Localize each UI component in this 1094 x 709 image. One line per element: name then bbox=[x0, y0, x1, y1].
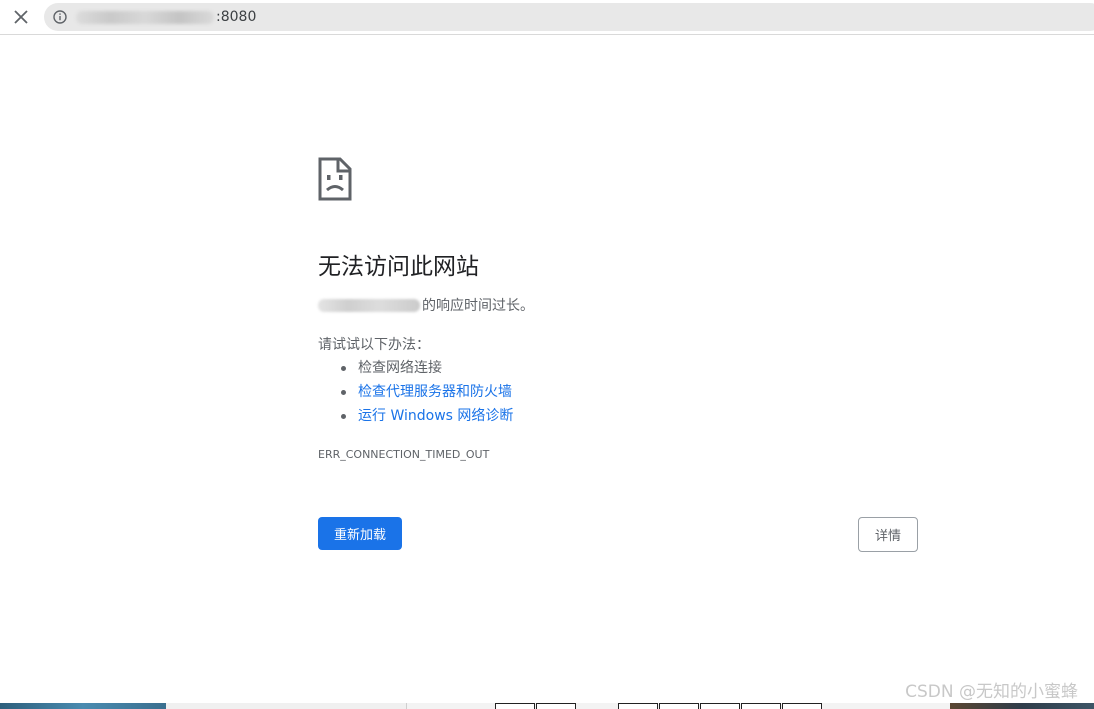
suggestion-run-diagnostics: 运行 Windows 网络诊断 bbox=[340, 404, 513, 428]
taskbar-button[interactable] bbox=[782, 703, 822, 709]
taskbar-fragment bbox=[0, 703, 1094, 709]
taskbar-button[interactable] bbox=[536, 703, 576, 709]
taskbar-button[interactable] bbox=[495, 703, 535, 709]
taskbar-button[interactable] bbox=[700, 703, 740, 709]
taskbar-button[interactable] bbox=[659, 703, 699, 709]
reload-button[interactable]: 重新加载 bbox=[318, 517, 402, 550]
suggestion-check-network: 检查网络连接 bbox=[340, 356, 513, 380]
taskbar-thumbnail bbox=[0, 703, 166, 709]
info-icon[interactable] bbox=[53, 10, 67, 24]
suggestion-list: 检查网络连接 检查代理服务器和防火墙 运行 Windows 网络诊断 bbox=[318, 356, 513, 428]
taskbar-gap bbox=[166, 703, 407, 709]
try-label: 请试试以下办法： bbox=[318, 337, 430, 353]
network-diagnostics-link[interactable]: 运行 Windows 网络诊断 bbox=[358, 408, 513, 424]
check-proxy-link[interactable]: 检查代理服务器和防火墙 bbox=[358, 384, 512, 400]
redacted-host bbox=[76, 11, 214, 24]
taskbar-button[interactable] bbox=[618, 703, 658, 709]
close-button[interactable] bbox=[8, 4, 34, 30]
error-subtitle: 的响应时间过长。 bbox=[318, 295, 534, 315]
sad-page-icon bbox=[318, 157, 352, 201]
suggestion-check-proxy: 检查代理服务器和防火墙 bbox=[340, 380, 513, 404]
browser-toolbar: :8080 bbox=[0, 0, 1094, 35]
csdn-watermark: CSDN @无知的小蜜蜂 bbox=[905, 682, 1078, 702]
taskbar-thumbnail bbox=[950, 703, 1094, 709]
address-bar[interactable]: :8080 bbox=[44, 3, 1094, 31]
close-icon bbox=[14, 10, 28, 24]
error-subtitle-text: 的响应时间过长。 bbox=[422, 298, 534, 314]
error-title: 无法访问此网站 bbox=[318, 254, 479, 280]
redacted-host bbox=[318, 298, 420, 312]
error-code: ERR_CONNECTION_TIMED_OUT bbox=[318, 448, 490, 461]
details-button[interactable]: 详情 bbox=[858, 517, 918, 552]
taskbar-button[interactable] bbox=[741, 703, 781, 709]
url-port: :8080 bbox=[216, 9, 257, 25]
